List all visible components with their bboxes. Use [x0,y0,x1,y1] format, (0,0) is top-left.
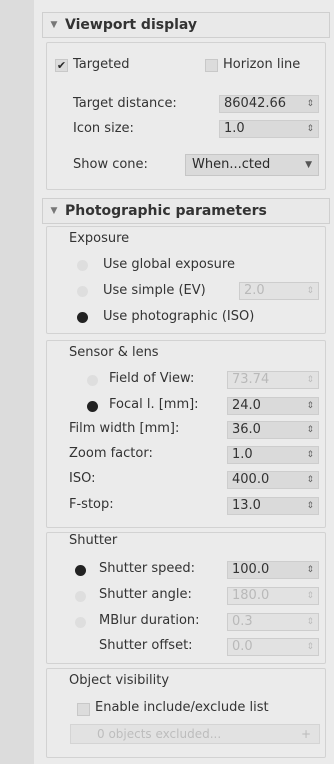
field-of-view-value: 73.74 [232,372,270,387]
shutter-offset-label: Shutter offset: [99,638,193,653]
sensor-lens-group: Sensor & lens Field of View: 73.74 ⇕ Foc… [46,340,326,528]
iso-value: 400.0 [232,472,270,487]
shutter-angle-radio[interactable] [75,591,86,602]
zoom-factor-label: Zoom factor: [69,446,153,461]
spinner-arrows-icon[interactable]: ⇕ [306,283,314,299]
horizon-line-checkbox[interactable] [205,59,218,72]
photographic-parameters-title: Photographic parameters [65,203,267,219]
viewport-display-title: Viewport display [65,17,198,33]
icon-size-spinner[interactable]: 1.0 ⇕ [219,120,319,138]
use-simple-ev-radio[interactable] [77,286,88,297]
spinner-arrows-icon[interactable]: ⇕ [306,121,314,137]
spinner-arrows-icon[interactable]: ⇕ [306,588,314,604]
film-width-spinner[interactable]: 36.0 ⇕ [227,421,319,439]
shutter-speed-spinner[interactable]: 100.0 ⇕ [227,561,319,579]
focal-length-value: 24.0 [232,398,261,413]
simple-ev-spinner[interactable]: 2.0 ⇕ [239,282,319,300]
targeted-label: Targeted [73,57,130,72]
focal-length-label: Focal l. [mm]: [109,397,199,412]
spinner-arrows-icon[interactable]: ⇕ [306,639,314,655]
film-width-value: 36.0 [232,422,261,437]
spinner-arrows-icon[interactable]: ⇕ [306,472,314,488]
use-simple-ev-label: Use simple (EV) [103,283,206,298]
exposure-group: Exposure Use global exposure Use simple … [46,226,326,334]
use-global-exposure-label: Use global exposure [103,257,235,272]
shutter-speed-value: 100.0 [232,562,270,577]
use-photographic-iso-radio[interactable] [77,312,88,323]
shutter-angle-label: Shutter angle: [99,587,192,602]
targeted-checkbox[interactable]: ✔ [55,59,68,72]
left-gutter [0,0,34,764]
use-global-exposure-radio[interactable] [77,260,88,271]
objects-excluded-text: 0 objects excluded... [97,727,222,741]
shutter-offset-value: 0.0 [232,639,253,654]
mblur-duration-label: MBlur duration: [99,613,200,628]
mblur-duration-radio[interactable] [75,617,86,628]
object-visibility-title: Object visibility [69,673,170,688]
collapse-arrow-icon: ▼ [50,206,58,216]
spinner-arrows-icon[interactable]: ⇕ [306,372,314,388]
shutter-offset-spinner[interactable]: 0.0 ⇕ [227,638,319,656]
zoom-factor-spinner[interactable]: 1.0 ⇕ [227,446,319,464]
mblur-duration-spinner[interactable]: 0.3 ⇕ [227,613,319,631]
show-cone-dropdown[interactable]: When...cted ▼ [185,154,319,176]
target-distance-spinner[interactable]: 86042.66 ⇕ [219,95,319,113]
focal-length-radio[interactable] [87,401,98,412]
f-stop-label: F-stop: [69,497,114,512]
object-visibility-group: Object visibility Enable include/exclude… [46,668,326,758]
enable-include-exclude-checkbox[interactable] [77,703,90,716]
spinner-arrows-icon[interactable]: ⇕ [306,96,314,112]
field-of-view-spinner[interactable]: 73.74 ⇕ [227,371,319,389]
spinner-arrows-icon[interactable]: ⇕ [306,422,314,438]
shutter-title: Shutter [69,533,118,548]
spinner-arrows-icon[interactable]: ⇕ [306,398,314,414]
shutter-angle-spinner[interactable]: 180.0 ⇕ [227,587,319,605]
chevron-down-icon: ▼ [305,160,312,170]
focal-length-spinner[interactable]: 24.0 ⇕ [227,397,319,415]
icon-size-label: Icon size: [73,121,134,136]
exposure-title: Exposure [69,231,130,246]
camera-properties-panel: ▼ Viewport display ✔ Targeted Horizon li… [34,0,334,764]
field-of-view-label: Field of View: [109,371,195,386]
iso-spinner[interactable]: 400.0 ⇕ [227,471,319,489]
shutter-group: Shutter Shutter speed: 100.0 ⇕ Shutter a… [46,532,326,664]
target-distance-label: Target distance: [73,96,177,111]
show-cone-label: Show cone: [73,157,148,172]
shutter-speed-radio[interactable] [75,565,86,576]
enable-include-exclude-label: Enable include/exclude list [95,700,269,715]
show-cone-value: When...cted [192,157,271,172]
zoom-factor-value: 1.0 [232,447,253,462]
viewport-display-header[interactable]: ▼ Viewport display [42,12,330,38]
iso-label: ISO: [69,471,96,486]
spinner-arrows-icon[interactable]: ⇕ [306,498,314,514]
objects-excluded-button[interactable]: 0 objects excluded... + [70,724,320,744]
field-of-view-radio[interactable] [87,375,98,386]
collapse-arrow-icon: ▼ [50,20,58,30]
spinner-arrows-icon[interactable]: ⇕ [306,447,314,463]
f-stop-value: 13.0 [232,498,261,513]
spinner-arrows-icon[interactable]: ⇕ [306,614,314,630]
shutter-speed-label: Shutter speed: [99,561,196,576]
spinner-arrows-icon[interactable]: ⇕ [306,562,314,578]
shutter-angle-value: 180.0 [232,588,270,603]
f-stop-spinner[interactable]: 13.0 ⇕ [227,497,319,515]
film-width-label: Film width [mm]: [69,421,180,436]
horizon-line-label: Horizon line [223,57,301,72]
target-distance-value: 86042.66 [224,96,287,111]
viewport-display-group: ✔ Targeted Horizon line Target distance:… [46,42,326,190]
use-photographic-iso-label: Use photographic (ISO) [103,309,255,324]
plus-icon[interactable]: + [301,725,311,743]
mblur-duration-value: 0.3 [232,614,253,629]
icon-size-value: 1.0 [224,121,245,136]
photographic-parameters-header[interactable]: ▼ Photographic parameters [42,198,330,224]
simple-ev-value: 2.0 [244,283,265,298]
sensor-lens-title: Sensor & lens [69,345,159,360]
